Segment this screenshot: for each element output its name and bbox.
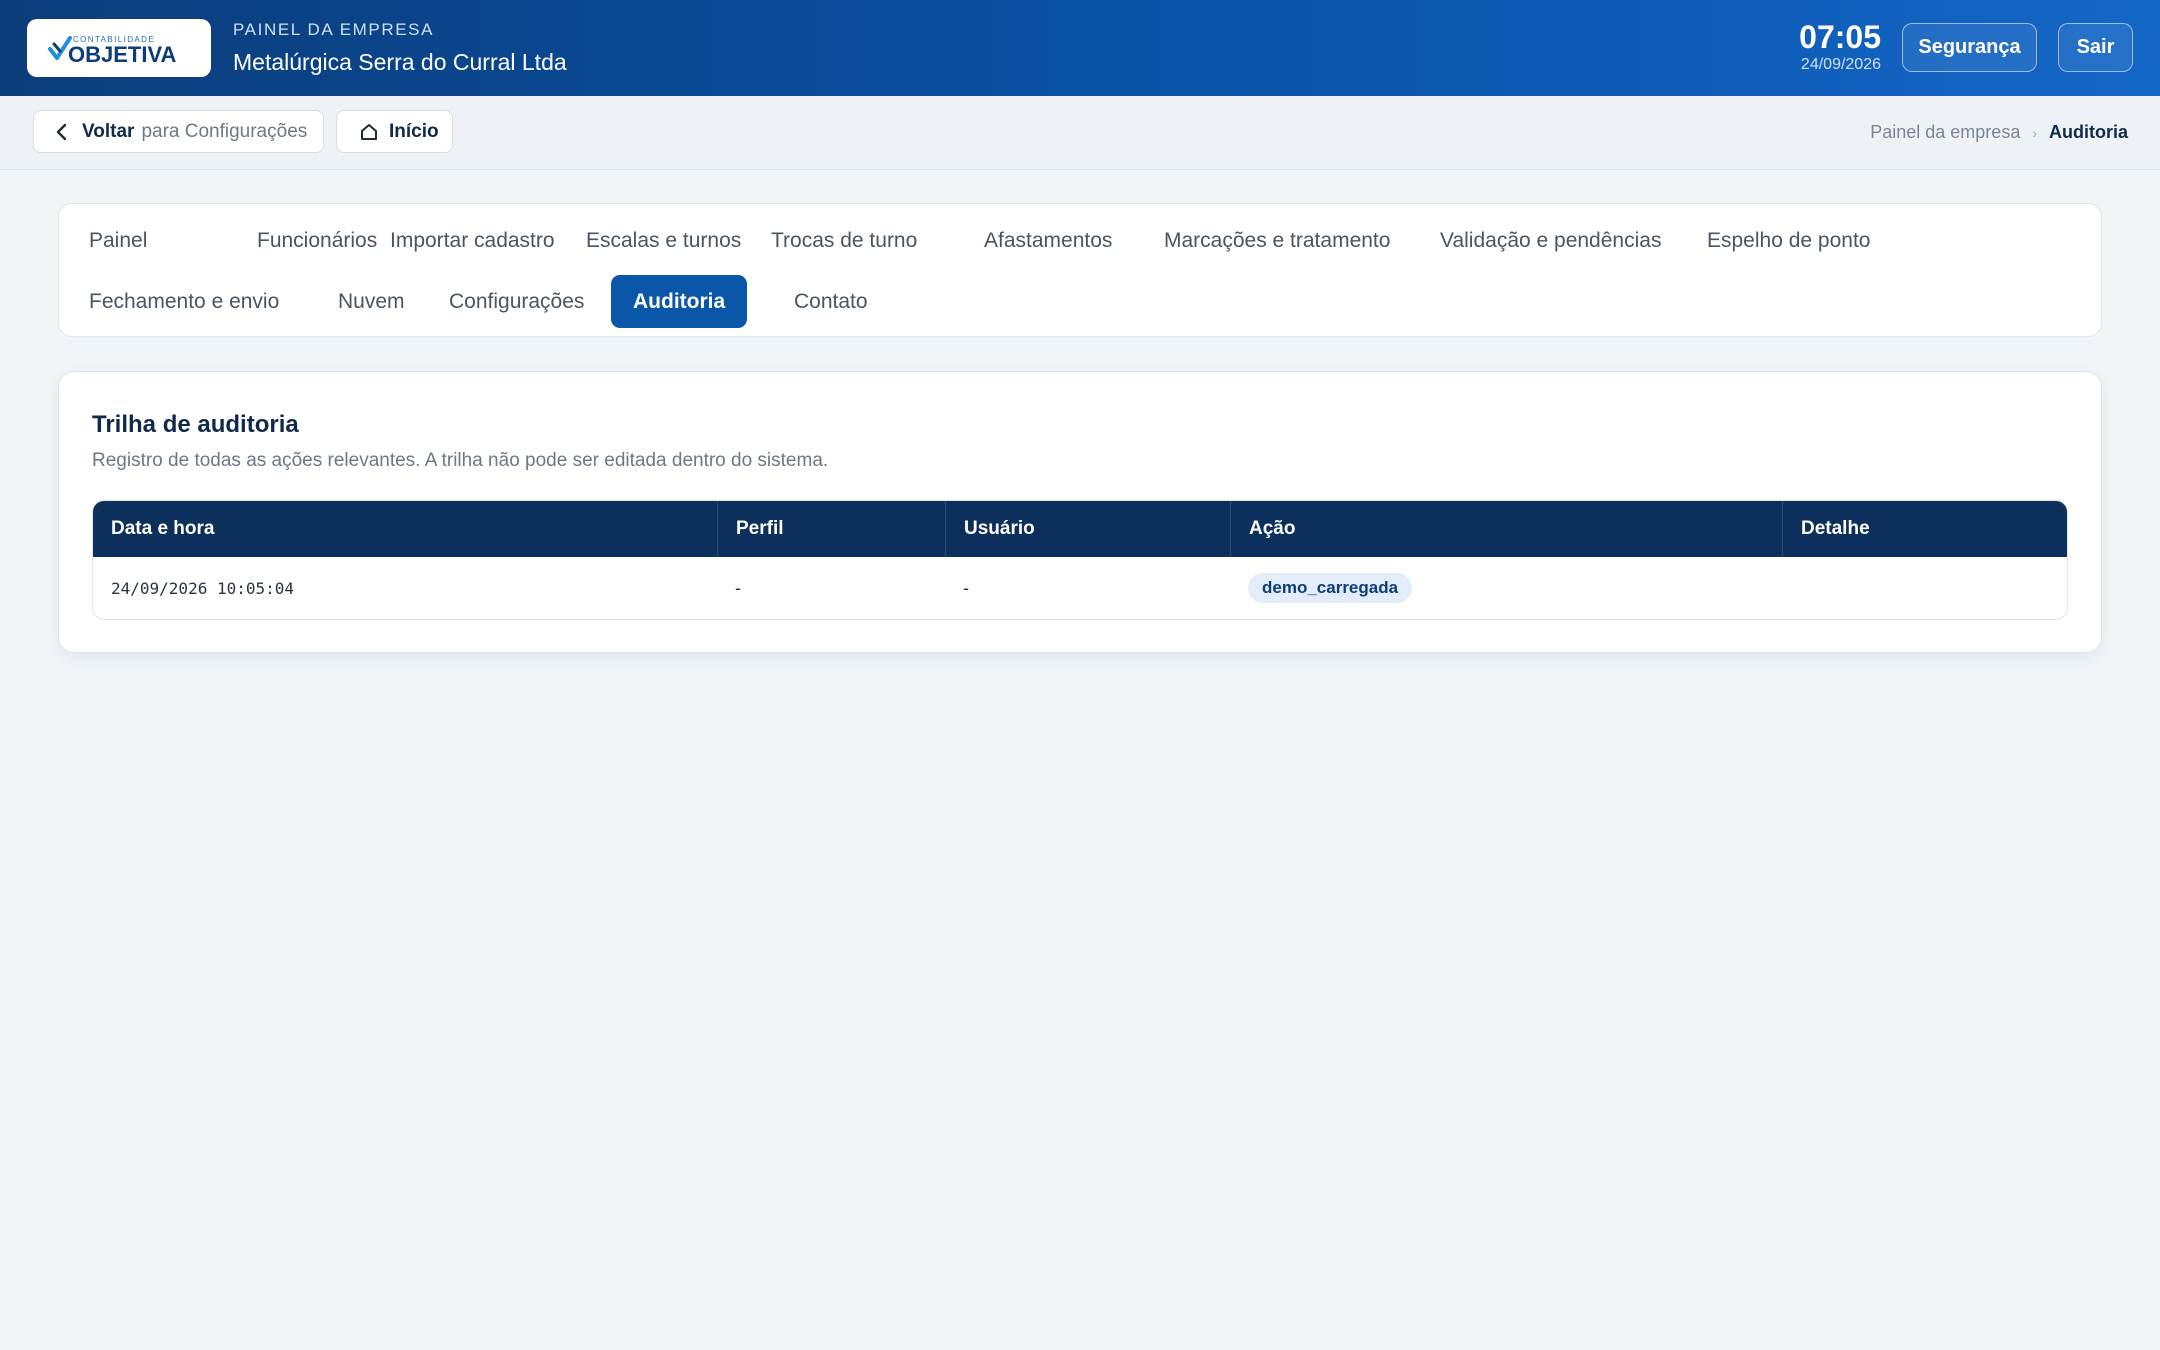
cell-usuario: - (963, 577, 969, 598)
logo-mark: CONTABILIDADE OBJETIVA (48, 35, 177, 67)
tab-escalas-e-turnos[interactable]: Escalas e turnos (564, 214, 763, 267)
table-header: Data e hora Perfil Usuário Ação Detalhe (93, 501, 2067, 557)
column-header-perfil[interactable]: Perfil (717, 501, 945, 557)
tabs-card: Painel Funcionários Importar cadastro Es… (58, 203, 2102, 337)
audit-table: Data e hora Perfil Usuário Ação Detalhe … (92, 500, 2068, 620)
tab-fechamento-e-envio[interactable]: Fechamento e envio (67, 275, 301, 328)
column-header-usuario[interactable]: Usuário (945, 501, 1230, 557)
tab-configuracoes[interactable]: Configurações (427, 275, 606, 328)
tab-contato[interactable]: Contato (772, 275, 890, 328)
cell-datetime: 24/09/2026 10:05:04 (111, 578, 295, 598)
tab-importar-cadastro[interactable]: Importar cadastro (368, 214, 577, 267)
table-row[interactable]: 24/09/2026 10:05:04 - - demo_carregada (93, 557, 2067, 619)
cell-detalhe (1782, 557, 2067, 619)
column-header-detalhe[interactable]: Detalhe (1782, 501, 2067, 557)
tab-validacao-e-pendencias[interactable]: Validação e pendências (1418, 214, 1683, 267)
clock-date: 24/09/2026 (1800, 56, 1881, 73)
breadcrumb-item[interactable]: Painel da empresa (1870, 122, 2020, 143)
breadcrumb: Painel da empresa › Auditoria (1870, 122, 2128, 143)
column-header-datetime[interactable]: Data e hora (93, 501, 717, 557)
company-name: Metalúrgica Serra do Curral Ltda (233, 49, 567, 75)
tab-nuvem[interactable]: Nuvem (316, 275, 427, 328)
clock-time: 07:05 (1799, 19, 1881, 55)
logo-big-text: OBJETIVA (68, 42, 177, 67)
tab-afastamentos[interactable]: Afastamentos (962, 214, 1134, 267)
sub-navigation: Voltar para Configurações Início Painel … (0, 96, 2160, 170)
exit-button[interactable]: Sair (2058, 23, 2133, 72)
back-context: para Configurações (141, 120, 308, 142)
clock: 07:05 24/09/2026 (1799, 20, 1881, 74)
tab-auditoria[interactable]: Auditoria (611, 275, 748, 328)
audit-subtitle: Registro de todas as ações relevantes. A… (92, 450, 829, 471)
company-logo[interactable]: CONTABILIDADE OBJETIVA (27, 19, 211, 77)
back-button[interactable]: Voltar para Configurações (33, 110, 324, 153)
cell-acao: demo_carregada (1230, 557, 1782, 619)
home-button[interactable]: Início (336, 110, 453, 153)
tab-marcacoes-e-tratamento[interactable]: Marcações e tratamento (1142, 214, 1412, 267)
audit-trail-card: Trilha de auditoria Registro de todas as… (58, 371, 2102, 653)
brand-block: PAINEL DA EMPRESA Metalúrgica Serra do C… (233, 20, 567, 76)
audit-title: Trilha de auditoria (92, 411, 299, 438)
home-icon (361, 123, 377, 140)
back-label: Voltar (82, 120, 135, 142)
column-header-acao[interactable]: Ação (1230, 501, 1782, 557)
home-label: Início (389, 120, 439, 142)
tab-espelho-de-ponto[interactable]: Espelho de ponto (1685, 214, 1892, 267)
tab-trocas-de-turno[interactable]: Trocas de turno (749, 214, 939, 267)
header-kicker: PAINEL DA EMPRESA (233, 20, 435, 39)
breadcrumb-current: Auditoria (2049, 122, 2128, 142)
breadcrumb-separator-icon: › (2032, 124, 2037, 141)
tab-painel[interactable]: Painel (67, 214, 169, 267)
top-header: CONTABILIDADE OBJETIVA PAINEL DA EMPRESA… (0, 0, 2160, 96)
security-button[interactable]: Segurança (1902, 23, 2037, 72)
chevron-left-icon (56, 123, 67, 140)
cell-perfil: - (735, 577, 741, 598)
action-badge: demo_carregada (1248, 573, 1413, 603)
